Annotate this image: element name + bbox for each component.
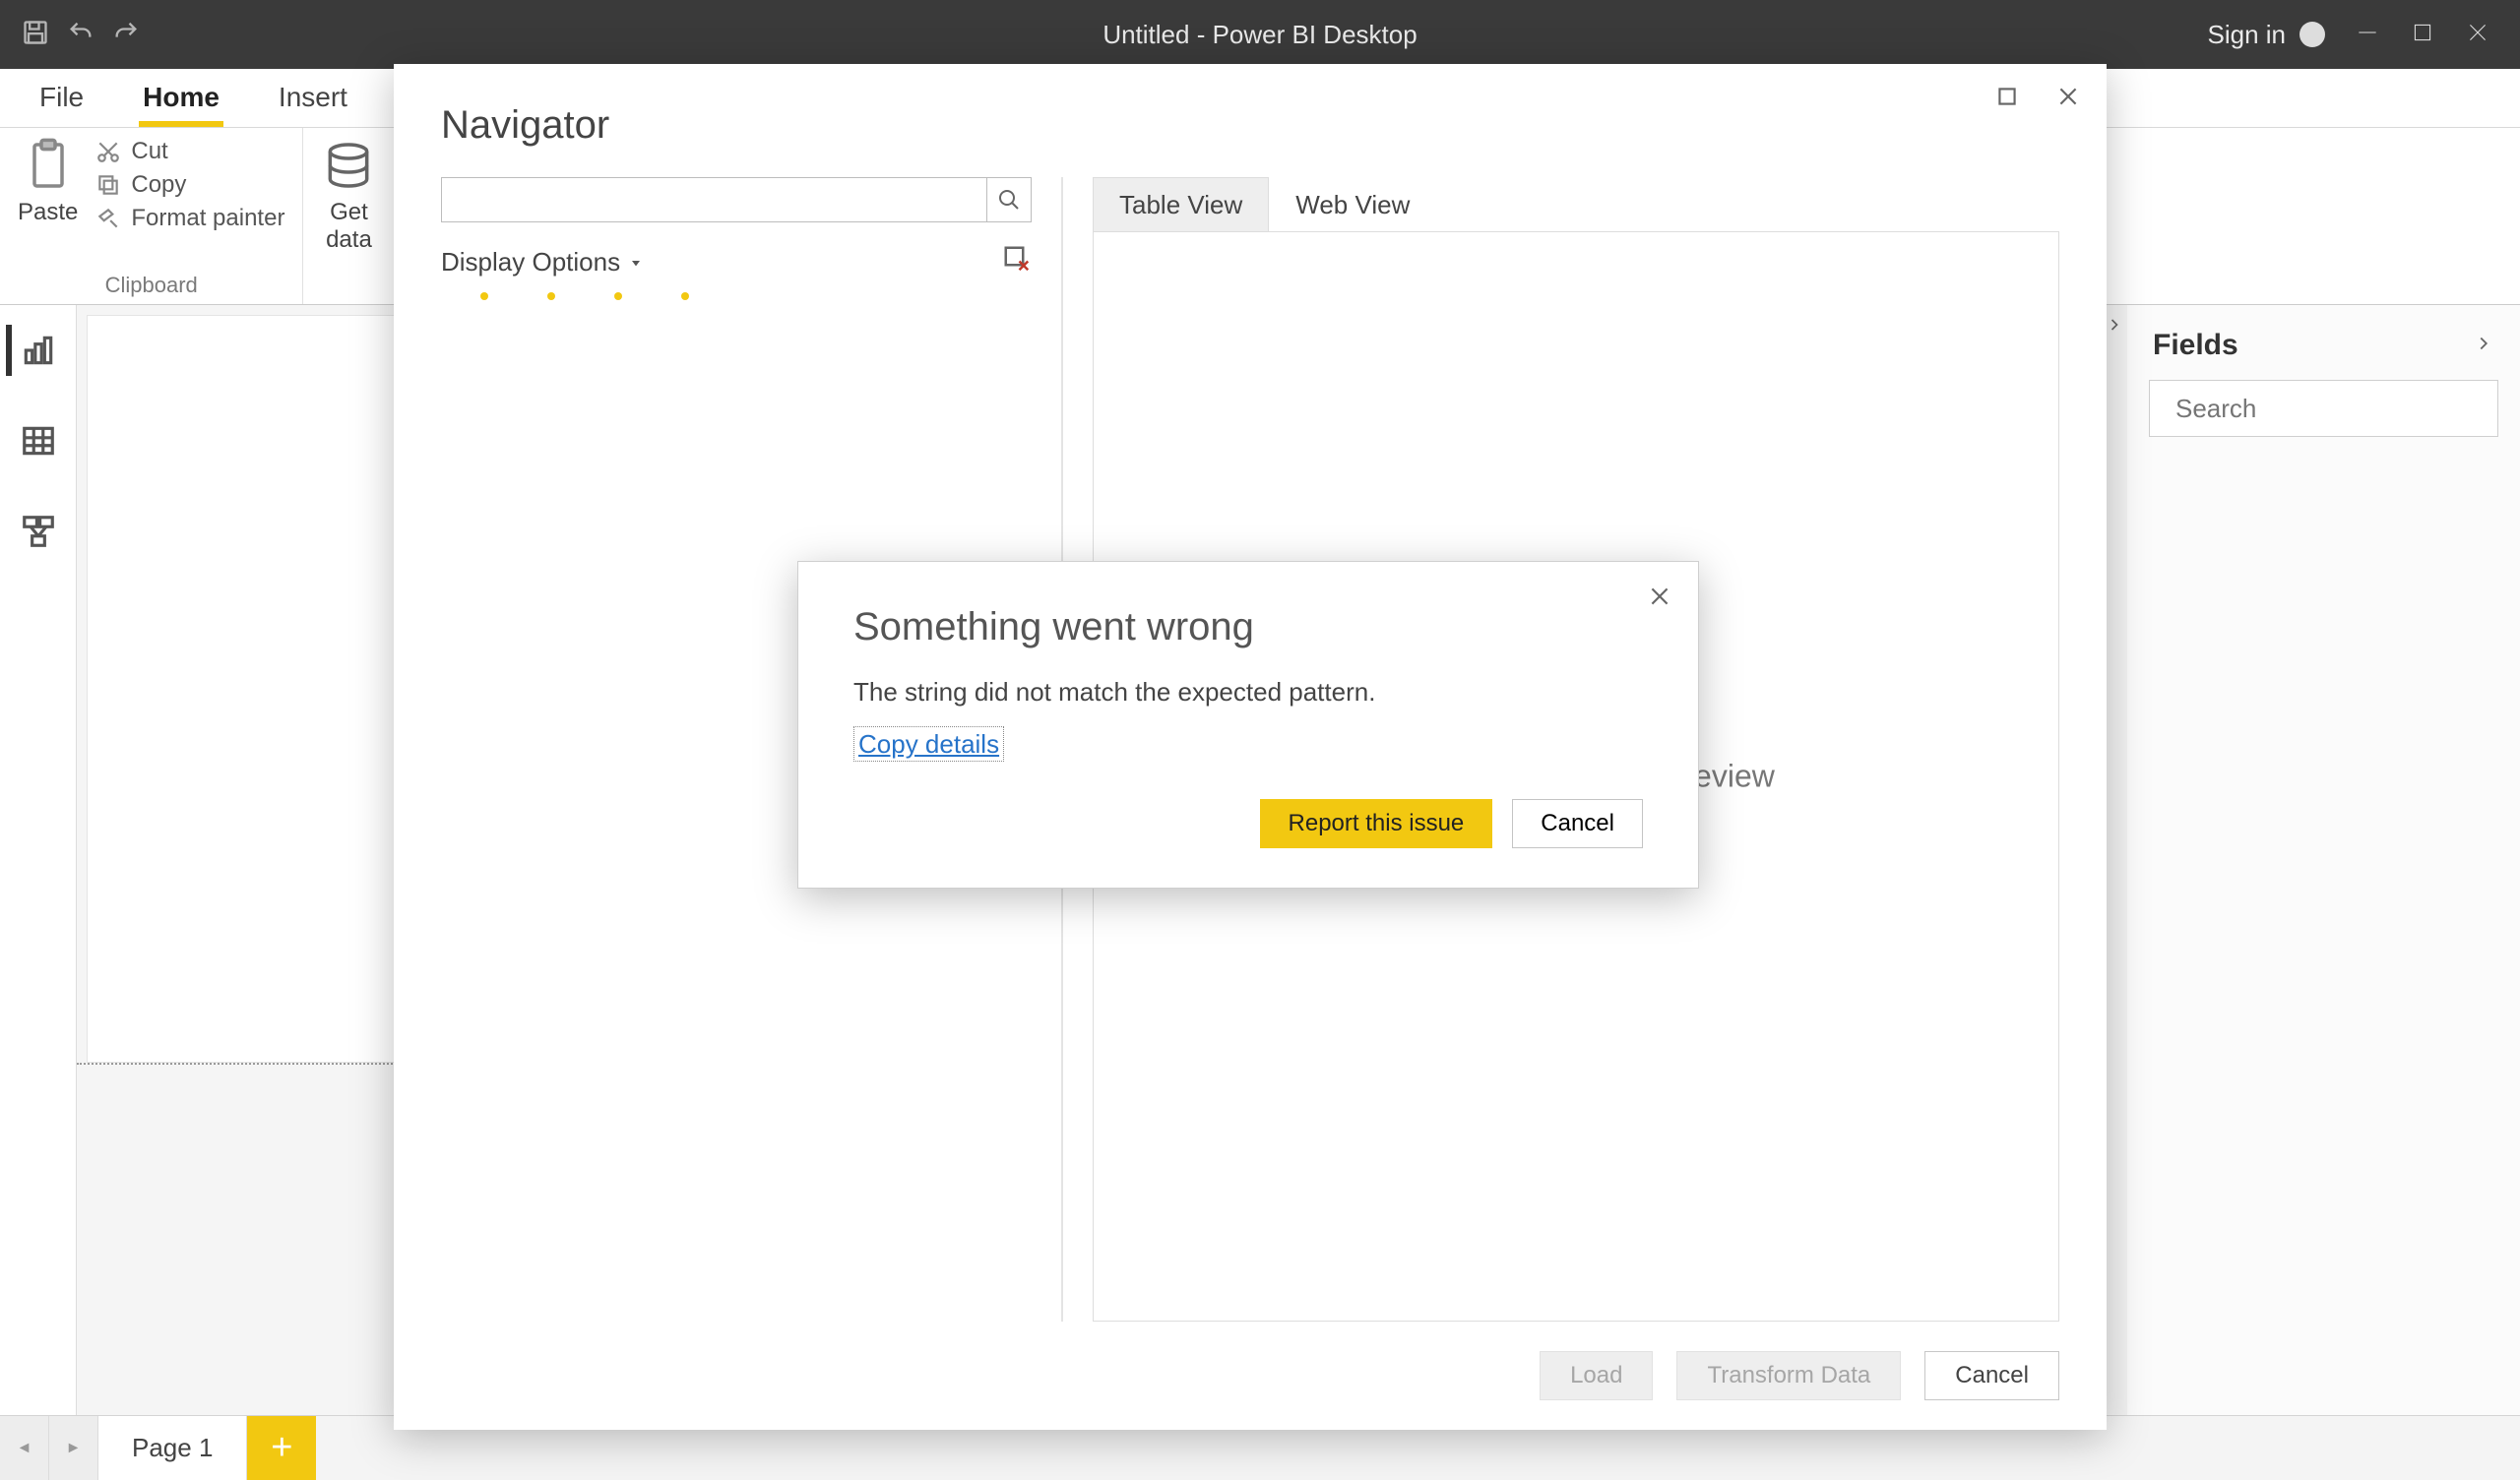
transform-data-button: Transform Data xyxy=(1676,1351,1901,1400)
format-painter-label: Format painter xyxy=(131,205,284,232)
sign-in-label: Sign in xyxy=(2208,20,2287,50)
copy-details-link[interactable]: Copy details xyxy=(853,726,1004,762)
close-button[interactable] xyxy=(2465,20,2490,50)
loading-indicator xyxy=(480,292,1032,300)
display-options-dropdown[interactable]: Display Options xyxy=(441,247,644,278)
fields-search[interactable] xyxy=(2149,380,2498,437)
load-button: Load xyxy=(1540,1351,1653,1400)
get-data-label: Get data xyxy=(326,199,372,254)
redo-icon[interactable] xyxy=(112,19,140,51)
navigator-close-button[interactable] xyxy=(2055,84,2081,114)
cut-label: Cut xyxy=(131,138,167,165)
web-view-tab[interactable]: Web View xyxy=(1269,177,1436,232)
clipboard-group-label: Clipboard xyxy=(18,269,284,298)
fields-expand-icon[interactable] xyxy=(2473,329,2494,362)
error-message: The string did not match the expected pa… xyxy=(853,677,1643,708)
cut-button[interactable]: Cut xyxy=(95,138,284,165)
page-next-button[interactable]: ► xyxy=(49,1416,98,1480)
paste-button[interactable]: Paste xyxy=(18,138,78,226)
navigator-search-button[interactable] xyxy=(986,177,1032,222)
save-icon[interactable] xyxy=(22,19,49,51)
page-prev-button[interactable]: ◄ xyxy=(0,1416,49,1480)
error-dialog: Something went wrong The string did not … xyxy=(797,561,1699,889)
table-view-tab[interactable]: Table View xyxy=(1093,177,1269,232)
title-bar: Untitled - Power BI Desktop Sign in xyxy=(0,0,2520,69)
view-bar xyxy=(0,305,77,1415)
add-page-button[interactable]: + xyxy=(247,1416,316,1480)
error-title: Something went wrong xyxy=(853,605,1643,649)
tab-file[interactable]: File xyxy=(30,72,94,127)
copy-button[interactable]: Copy xyxy=(95,171,284,199)
fields-search-input[interactable] xyxy=(2175,394,2505,424)
display-options-label: Display Options xyxy=(441,247,620,278)
fields-pane: Fields xyxy=(2126,305,2520,1415)
navigator-maximize-button[interactable] xyxy=(1994,84,2020,114)
window-title: Untitled - Power BI Desktop xyxy=(1102,20,1417,50)
report-view-button[interactable] xyxy=(6,325,65,376)
paste-label: Paste xyxy=(18,199,78,226)
get-data-button[interactable]: Get data xyxy=(321,138,376,254)
maximize-button[interactable] xyxy=(2410,20,2435,50)
sign-in-button[interactable]: Sign in xyxy=(2208,20,2326,50)
navigator-cancel-button[interactable]: Cancel xyxy=(1924,1351,2059,1400)
navigator-title: Navigator xyxy=(441,103,2059,148)
avatar-icon xyxy=(2300,22,2325,47)
navigator-search-input[interactable] xyxy=(441,177,986,222)
undo-icon[interactable] xyxy=(67,19,94,51)
copy-label: Copy xyxy=(131,171,186,199)
chevron-down-icon xyxy=(628,255,644,271)
error-close-button[interactable] xyxy=(1647,584,1672,614)
refresh-icon[interactable] xyxy=(1002,244,1032,280)
format-painter-button[interactable]: Format painter xyxy=(95,205,284,232)
fields-title: Fields xyxy=(2153,329,2238,362)
tab-home[interactable]: Home xyxy=(133,72,229,127)
minimize-button[interactable] xyxy=(2355,20,2380,50)
model-view-button[interactable] xyxy=(9,506,68,557)
report-issue-button[interactable]: Report this issue xyxy=(1260,799,1493,848)
error-cancel-button[interactable]: Cancel xyxy=(1512,799,1643,848)
page-tab[interactable]: Page 1 xyxy=(98,1416,247,1480)
data-view-button[interactable] xyxy=(9,415,68,466)
tab-insert[interactable]: Insert xyxy=(269,72,357,127)
